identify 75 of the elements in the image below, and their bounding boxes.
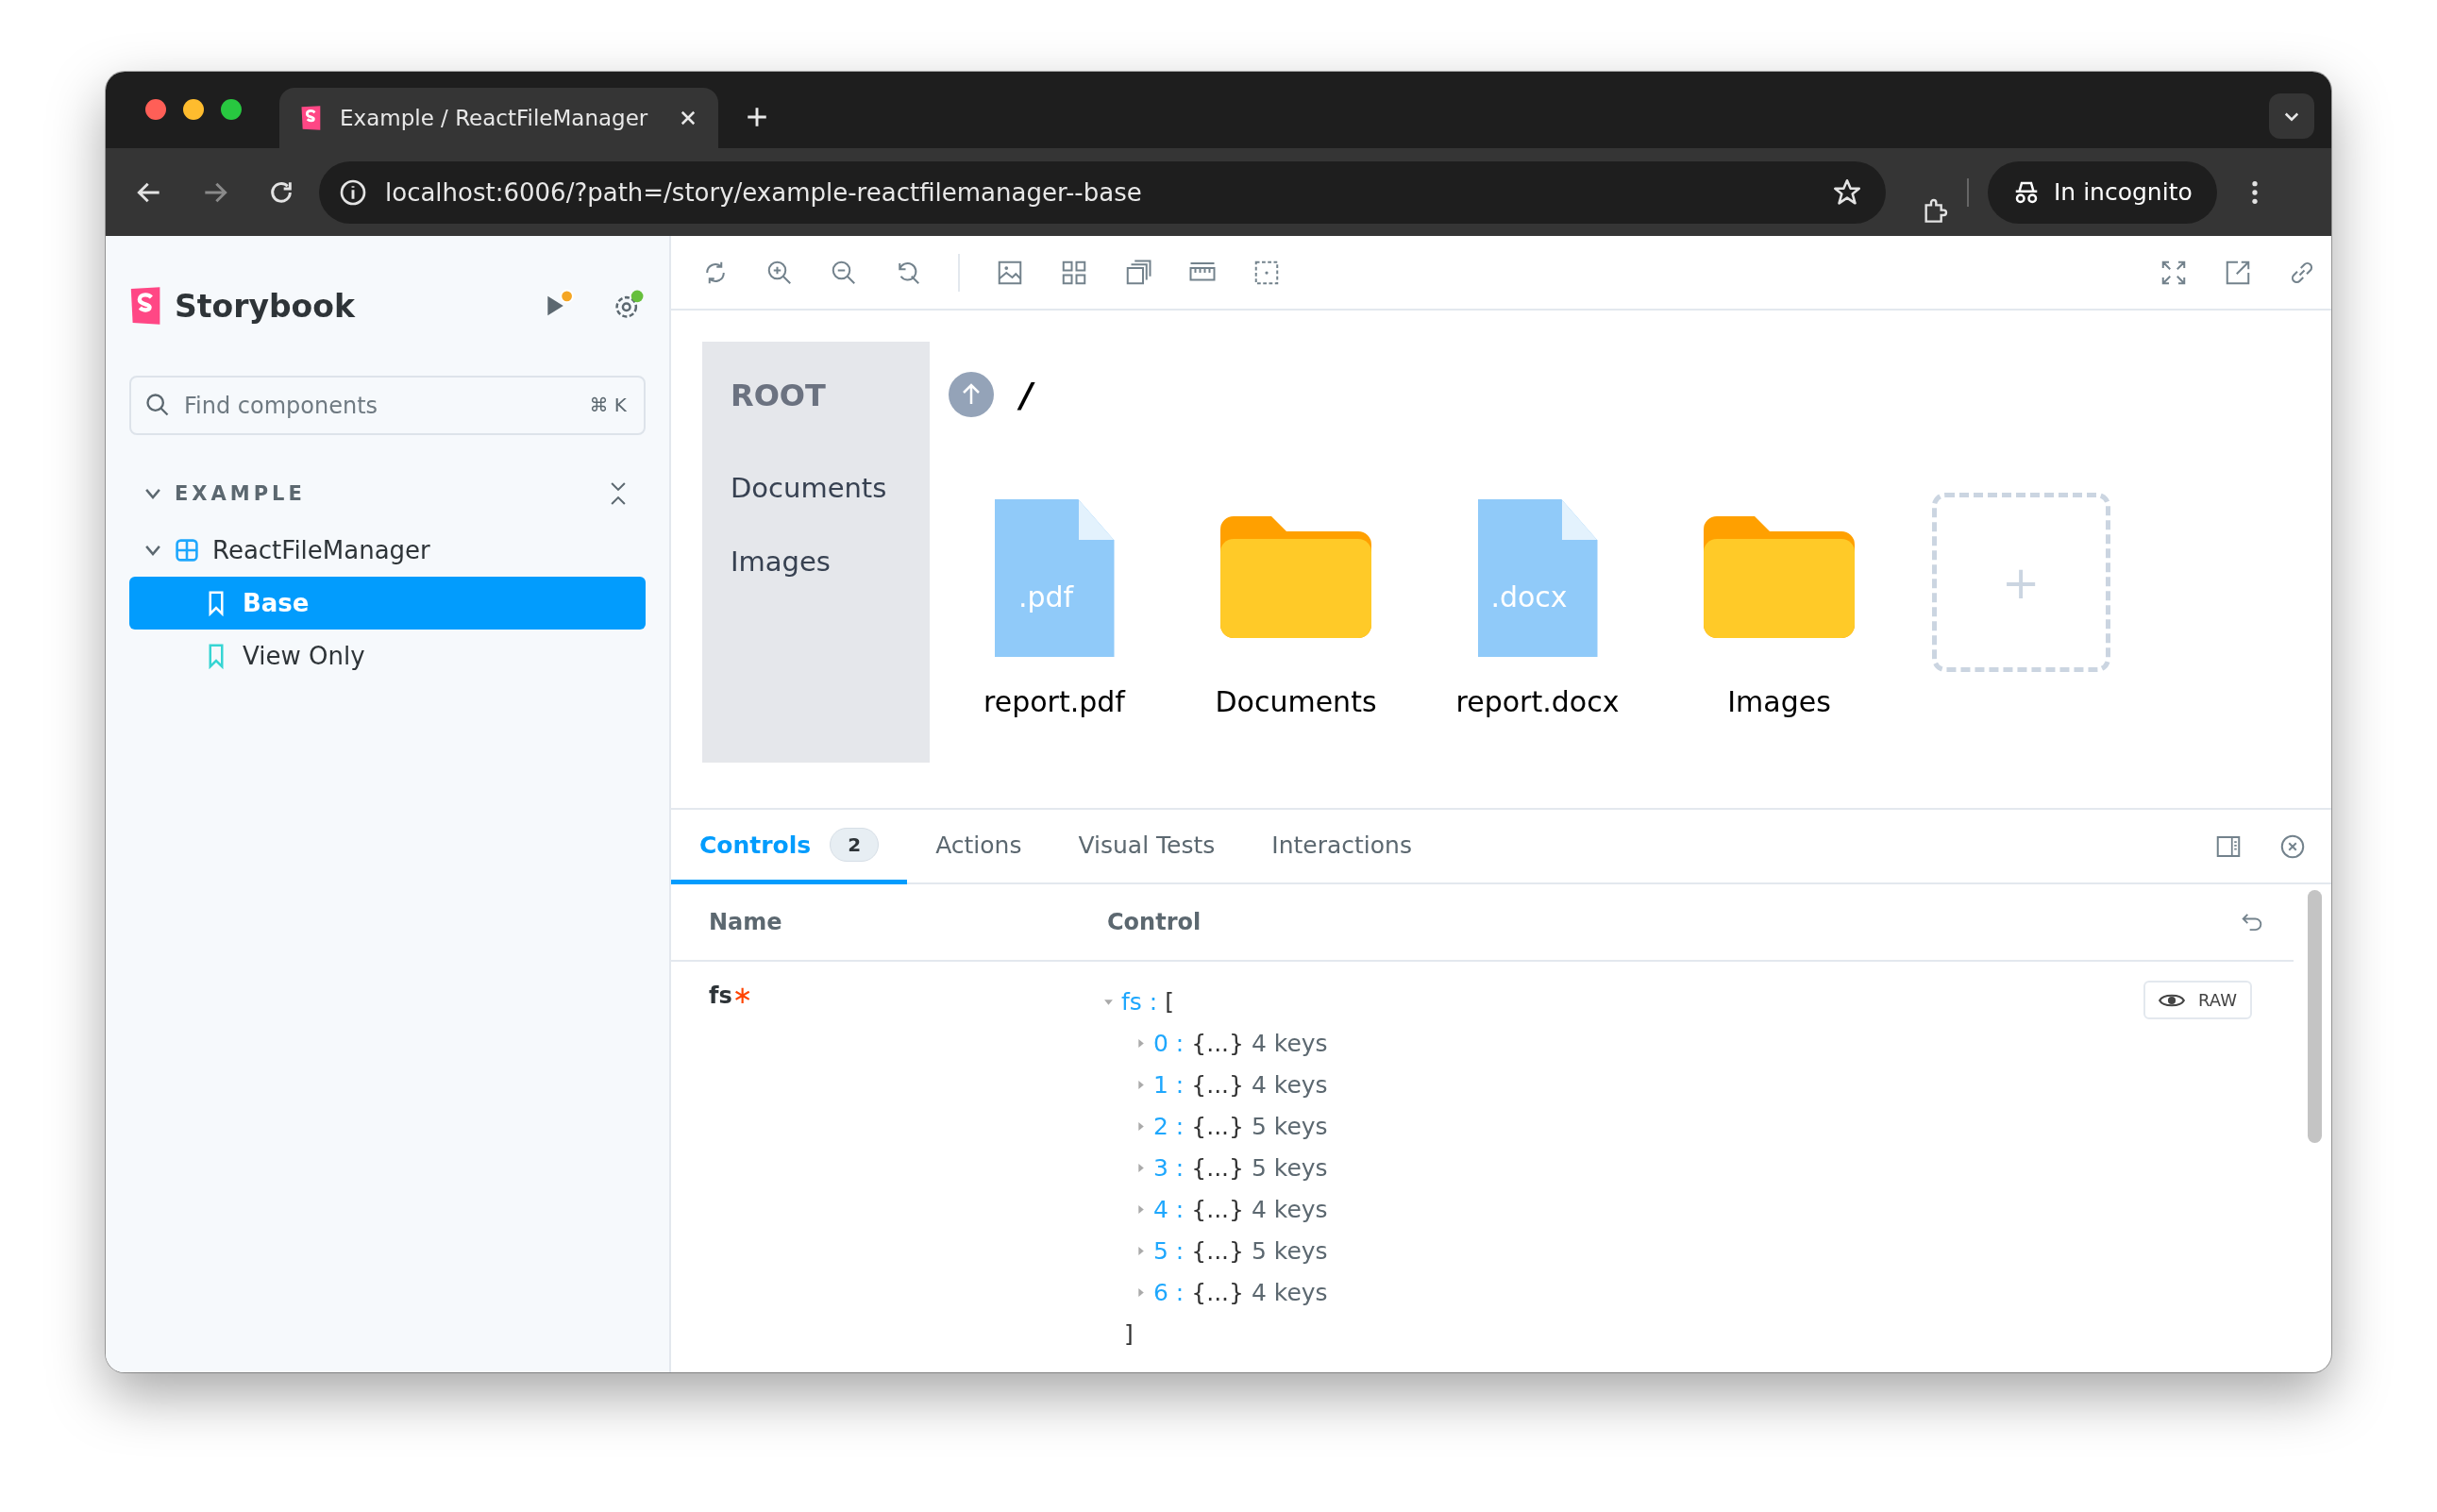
- folder-tree-item[interactable]: Documents: [731, 472, 901, 504]
- file-name[interactable]: report.pdf: [983, 685, 1125, 723]
- scrollbar[interactable]: [2308, 890, 2322, 1143]
- close-tab-icon[interactable]: [679, 109, 697, 127]
- raw-button[interactable]: RAW: [2143, 981, 2252, 1019]
- file-extension: .docx: [1490, 580, 1568, 613]
- json-preview: {...}: [1191, 1029, 1244, 1057]
- key-count: 5 keys: [1251, 1112, 1328, 1140]
- key-count: 4 keys: [1251, 1195, 1328, 1223]
- json-preview: {...}: [1191, 1112, 1244, 1140]
- close-window-icon[interactable]: [145, 99, 166, 120]
- caret-icon[interactable]: [1135, 1162, 1146, 1173]
- browser-tab[interactable]: Example / ReactFileManager: [279, 88, 718, 148]
- key-count: 4 keys: [1251, 1029, 1328, 1057]
- brand-name: Storybook: [175, 287, 355, 325]
- key-count: 4 keys: [1251, 1070, 1328, 1099]
- bookmark-icon: [207, 590, 226, 616]
- json-key: 0 :: [1153, 1029, 1185, 1057]
- shortcut-hint: ⌘ K: [589, 394, 627, 416]
- caret-icon[interactable]: [1135, 1203, 1146, 1215]
- incognito-button[interactable]: In incognito: [1988, 160, 2217, 224]
- caret-icon[interactable]: [1135, 1037, 1146, 1049]
- key-count: 5 keys: [1251, 1236, 1328, 1265]
- component-icon: [175, 538, 199, 563]
- bookmark-icon: [207, 643, 226, 669]
- story-item[interactable]: View Only: [129, 630, 646, 682]
- json-key: 6 :: [1153, 1278, 1185, 1306]
- folder-name[interactable]: Documents: [1215, 685, 1377, 723]
- json-key: 2 :: [1153, 1112, 1185, 1140]
- key-count: 5 keys: [1251, 1153, 1328, 1182]
- folder-name[interactable]: Images: [1727, 685, 1831, 723]
- folder-icon[interactable]: [1220, 516, 1371, 638]
- address-bar[interactable]: localhost:6006/?path=/story/example-reactfilemanager--base: [319, 160, 1886, 224]
- panel-tab[interactable]: Controls 2: [671, 810, 908, 884]
- required-mark: ∗: [731, 981, 753, 1009]
- json-preview: {...}: [1191, 1236, 1244, 1265]
- file-extension: .pdf: [1017, 580, 1074, 613]
- argument-name: fs: [709, 983, 732, 1009]
- tab-title: Example / ReactFileManager: [340, 106, 649, 130]
- json-bracket: ]: [1124, 1319, 1134, 1348]
- file-name[interactable]: report.docx: [1455, 685, 1620, 723]
- json-preview: {...}: [1191, 1153, 1244, 1182]
- outline-icon[interactable]: [1124, 258, 1152, 287]
- json-key: 5 :: [1153, 1236, 1185, 1265]
- caret-icon[interactable]: [1135, 1245, 1146, 1256]
- json-preview: {...}: [1191, 1070, 1244, 1099]
- column-header: Control: [1107, 909, 1202, 935]
- json-key: fs :: [1121, 987, 1158, 1016]
- new-tab-icon[interactable]: [745, 105, 769, 129]
- folder-icon[interactable]: [1704, 516, 1855, 638]
- json-key: 1 :: [1153, 1070, 1185, 1099]
- json-bracket: [: [1165, 987, 1174, 1016]
- maximize-window-icon[interactable]: [221, 99, 242, 120]
- count-badge: 2: [830, 828, 880, 862]
- section-heading[interactable]: EXAMPLE: [175, 482, 306, 505]
- url-text: localhost:6006/?path=/story/example-reactfilemanager--base: [385, 177, 1142, 207]
- caret-icon[interactable]: [1135, 1120, 1146, 1132]
- tree-root-label[interactable]: ROOT: [731, 378, 901, 413]
- go-up-button[interactable]: [949, 372, 994, 417]
- caret-icon[interactable]: [1135, 1286, 1146, 1298]
- json-key: 3 :: [1153, 1153, 1185, 1182]
- panel-tab[interactable]: Visual Tests: [1050, 810, 1244, 884]
- key-count: 4 keys: [1251, 1278, 1328, 1306]
- component-item[interactable]: ReactFileManager: [129, 524, 646, 577]
- tab-search-button[interactable]: [2269, 93, 2314, 139]
- column-header: Name: [709, 909, 783, 935]
- storybook-logo-icon: [300, 105, 323, 131]
- minimize-window-icon[interactable]: [183, 99, 204, 120]
- json-key: 4 :: [1153, 1195, 1185, 1223]
- panel-tab[interactable]: Interactions: [1243, 810, 1440, 884]
- folder-tree-item[interactable]: Images: [731, 546, 901, 578]
- panel-tab[interactable]: Actions: [907, 810, 1050, 884]
- json-preview: {...}: [1191, 1278, 1244, 1306]
- caret-icon[interactable]: [1135, 1079, 1146, 1090]
- json-preview: {...}: [1191, 1195, 1244, 1223]
